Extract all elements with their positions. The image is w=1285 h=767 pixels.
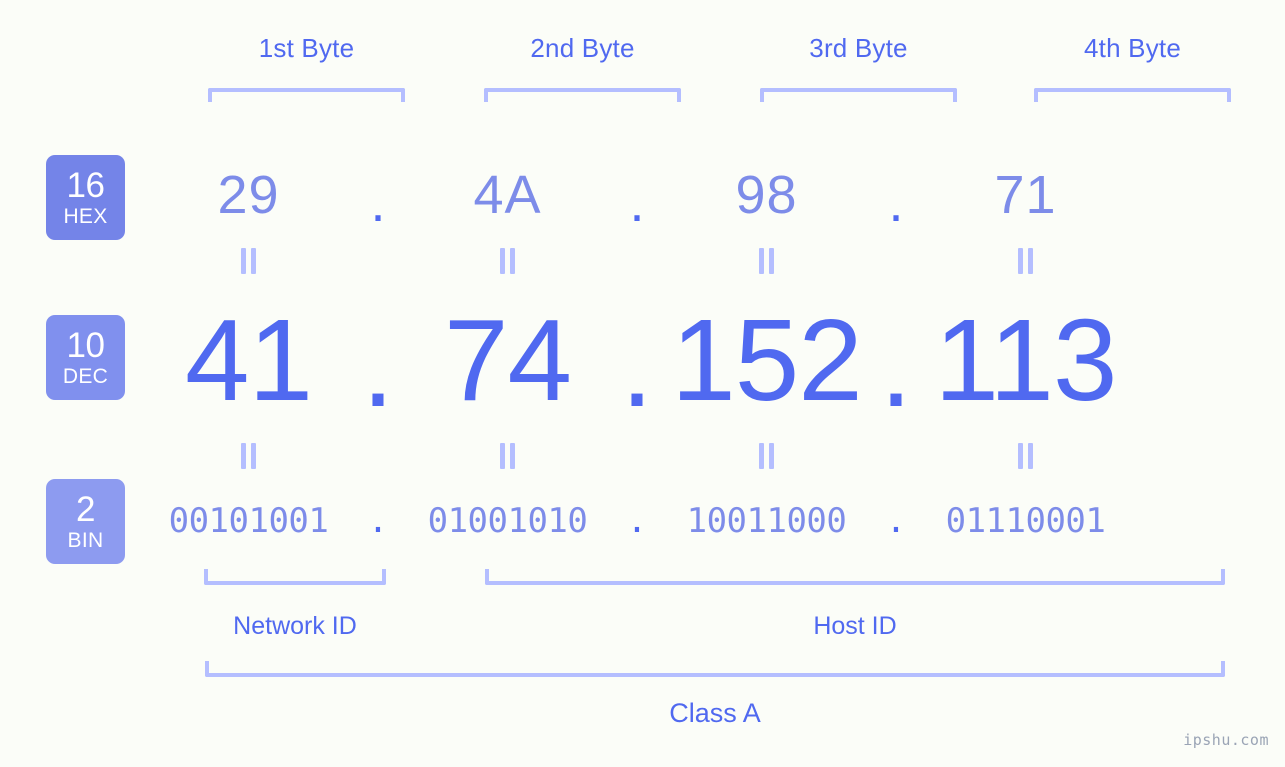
byte-header-4: 4th Byte (1084, 33, 1181, 63)
bin-byte-2: 01001010 (427, 501, 588, 541)
equals-spacer (865, 246, 927, 276)
bin-byte-1: 00101001 (168, 501, 329, 541)
decimal-value-row: 41 . 74 . 152 . 113 (150, 290, 1285, 431)
equals-icon (241, 248, 256, 274)
hex-byte-2: 4A (473, 165, 542, 225)
hex-separator-1: . (370, 173, 386, 233)
dec-byte-1: 41 (184, 295, 313, 425)
bin-separator-3: . (885, 501, 907, 541)
dec-byte-3: 152 (671, 295, 863, 425)
ip-byte-breakdown-diagram: 1st Byte 2nd Byte 3rd Byte 4th Byte 16 H… (0, 0, 1285, 767)
base-badge-bin-number: 2 (76, 490, 95, 529)
dec-byte-2: 74 (443, 295, 572, 425)
equals-mark-cell-6 (409, 441, 606, 471)
byte-bracket-1 (208, 88, 405, 102)
equals-row-dec-bin (150, 441, 1285, 471)
byte-bracket-3 (760, 88, 957, 102)
dec-byte-4: 113 (934, 295, 1118, 425)
equals-icon (241, 443, 256, 469)
equals-icon (1018, 443, 1033, 469)
base-badge-hex[interactable]: 16 HEX (46, 155, 125, 240)
binary-value-row: 00101001 . 01001010 . 10011000 . 0111000… (150, 492, 1285, 550)
equals-icon (1018, 248, 1033, 274)
dec-separator-1: . (361, 301, 395, 431)
equals-spacer (606, 441, 668, 471)
dec-separator-2: . (620, 301, 654, 431)
hex-byte-4: 71 (994, 165, 1057, 225)
base-badge-hex-number: 16 (66, 166, 105, 205)
watermark: ipshu.com (1183, 731, 1269, 749)
equals-mark-cell-8 (927, 441, 1124, 471)
equals-mark-cell-2 (409, 246, 606, 276)
equals-icon (759, 443, 774, 469)
equals-mark-cell-5 (150, 441, 347, 471)
base-badge-hex-name: HEX (63, 205, 108, 228)
base-badge-dec[interactable]: 10 DEC (46, 315, 125, 400)
bin-separator-1: . (367, 501, 389, 541)
equals-icon (759, 248, 774, 274)
equals-mark-cell-4 (927, 246, 1124, 276)
byte-header-1: 1st Byte (258, 33, 355, 63)
byte-bracket-4 (1034, 88, 1231, 102)
dec-separator-3: . (879, 301, 913, 431)
hex-byte-1: 29 (217, 165, 280, 225)
byte-bracket-2 (484, 88, 681, 102)
byte-header-3: 3rd Byte (809, 33, 908, 63)
equals-spacer (606, 246, 668, 276)
equals-icon (500, 443, 515, 469)
equals-mark-cell-3 (668, 246, 865, 276)
class-bracket (205, 661, 1225, 677)
equals-spacer (865, 441, 927, 471)
equals-row-hex-dec (150, 246, 1285, 276)
equals-mark-cell-7 (668, 441, 865, 471)
network-id-label: Network ID (233, 612, 357, 640)
equals-spacer (347, 246, 409, 276)
equals-spacer (347, 441, 409, 471)
bin-separator-2: . (626, 501, 648, 541)
hex-separator-3: . (888, 173, 904, 233)
hex-separator-2: . (629, 173, 645, 233)
base-badge-bin[interactable]: 2 BIN (46, 479, 125, 564)
bin-byte-4: 01110001 (945, 501, 1106, 541)
host-id-label: Host ID (813, 612, 897, 640)
hex-byte-3: 98 (735, 165, 798, 225)
equals-icon (500, 248, 515, 274)
equals-mark-cell-1 (150, 246, 347, 276)
host-id-bracket (485, 569, 1225, 585)
base-badge-bin-name: BIN (67, 529, 104, 552)
hex-value-row: 29 . 4A . 98 . 71 (150, 150, 1285, 240)
class-label: Class A (669, 698, 761, 728)
network-id-bracket (204, 569, 386, 585)
base-badge-dec-name: DEC (62, 365, 109, 388)
bin-byte-3: 10011000 (686, 501, 847, 541)
byte-header-2: 2nd Byte (530, 33, 635, 63)
base-badge-dec-number: 10 (66, 326, 105, 365)
